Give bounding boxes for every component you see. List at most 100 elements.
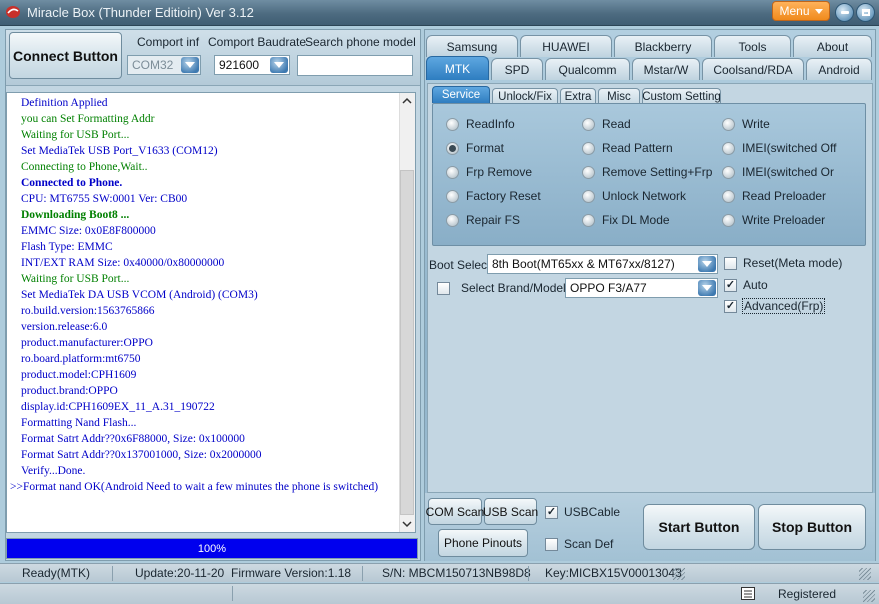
- radio-icon: [446, 213, 459, 227]
- brand-model-select[interactable]: OPPO F3/A77: [565, 278, 718, 298]
- tab-qualcomm[interactable]: Qualcomm: [545, 58, 630, 80]
- comport-select[interactable]: COM32: [127, 55, 201, 75]
- menu-button[interactable]: Menu: [772, 1, 830, 21]
- option-readinfo[interactable]: ReadInfo: [446, 117, 515, 131]
- log-line: product.model:CPH1609: [21, 369, 137, 381]
- option-fix-dl-mode[interactable]: Fix DL Mode: [582, 213, 670, 227]
- log-line: Waiting for USB Port...: [21, 273, 130, 285]
- connect-button[interactable]: Connect Button: [9, 32, 122, 79]
- log-line: Definition Applied: [21, 97, 108, 109]
- tab-coolsand[interactable]: Coolsand/RDA: [702, 58, 804, 80]
- option-repair-fs[interactable]: Repair FS: [446, 213, 520, 227]
- progress-label: 100%: [197, 542, 227, 555]
- radio-icon: [446, 117, 459, 131]
- checkbox-icon: [724, 256, 737, 270]
- start-button[interactable]: Start Button: [643, 504, 755, 550]
- status-serial: S/N: MBCM150713NB98D8: [382, 566, 531, 580]
- status-bar-secondary: Registered: [0, 583, 879, 604]
- advanced-frp-checkbox[interactable]: ✓ Advanced(Frp): [724, 298, 826, 314]
- phone-pinouts-button[interactable]: Phone Pinouts: [438, 529, 528, 557]
- checkbox-icon: [545, 537, 558, 551]
- tab-blackberry[interactable]: Blackberry: [614, 35, 712, 57]
- subtab-service[interactable]: Service: [432, 86, 490, 103]
- log-output: Definition Applied you can Set Formatting…: [6, 92, 416, 533]
- checkbox-checked-icon: ✓: [545, 505, 558, 519]
- scroll-up-icon[interactable]: [402, 97, 412, 105]
- tab-tools[interactable]: Tools: [714, 35, 791, 57]
- log-line: Set MediaTek DA USB VCOM (Android) (COM3…: [21, 289, 258, 301]
- log-line: Downloading Boot8 ...: [21, 209, 130, 221]
- tab-about[interactable]: About: [793, 35, 872, 57]
- log-line: Verify...Done.: [21, 465, 86, 477]
- search-model-input[interactable]: [297, 55, 413, 76]
- log-line: display.id:CPH1609EX_11_A.31_190722: [21, 401, 215, 413]
- minimize-button[interactable]: [835, 3, 854, 22]
- com-scan-button[interactable]: COM Scan: [426, 498, 484, 525]
- log-lines: Definition Applied you can Set Formatting…: [7, 93, 399, 495]
- option-unlock-network[interactable]: Unlock Network: [582, 189, 686, 203]
- log-line: >>Format nand OK(Android Need to wait a …: [10, 481, 379, 493]
- option-remove-setting-frp[interactable]: Remove Setting+Frp: [582, 165, 712, 179]
- radio-icon: [446, 189, 459, 203]
- option-format[interactable]: Format: [446, 141, 504, 155]
- log-line: Waiting for USB Port...: [21, 129, 130, 141]
- tab-spd[interactable]: SPD: [491, 58, 543, 80]
- option-imei-on[interactable]: IMEI(switched Or: [722, 165, 834, 179]
- option-read[interactable]: Read: [582, 117, 631, 131]
- scrollbar-thumb[interactable]: [400, 170, 414, 515]
- select-brand-checkbox[interactable]: Select Brand/Models: [437, 281, 572, 295]
- radio-icon: [582, 165, 595, 179]
- checkbox-icon: [437, 281, 450, 295]
- keyboard-icon: [741, 587, 755, 600]
- log-line: Format Satrt Addr??0x137001000, Size: 0x…: [21, 449, 262, 461]
- tab-mtk[interactable]: MTK: [426, 56, 489, 80]
- option-frp-remove[interactable]: Frp Remove: [446, 165, 532, 179]
- brand-model-value: OPPO F3/A77: [570, 281, 647, 295]
- option-imei-off[interactable]: IMEI(switched Off: [722, 141, 836, 155]
- resize-grip-icon: [859, 568, 871, 580]
- menu-label: Menu: [779, 4, 810, 18]
- status-bar: Ready(MTK) Update:20-11-20 Firmware Vers…: [0, 563, 879, 582]
- radio-icon: [722, 213, 735, 227]
- log-line: product.brand:OPPO: [21, 385, 118, 397]
- option-read-pattern[interactable]: Read Pattern: [582, 141, 673, 155]
- log-line: Connected to Phone.: [21, 177, 123, 189]
- option-read-preloader[interactable]: Read Preloader: [722, 189, 826, 203]
- checkbox-checked-icon: ✓: [724, 299, 737, 313]
- tab-android[interactable]: Android: [806, 58, 872, 80]
- radio-icon: [722, 189, 735, 203]
- log-line: CPU: MT6755 SW:0001 Ver: CB00: [21, 193, 188, 205]
- log-line: EMMC Size: 0x0E8F800000: [21, 225, 156, 237]
- status-key: Key:MICBX15V00013043: [545, 566, 682, 580]
- resize-grip-icon: [673, 568, 685, 580]
- radio-icon: [446, 165, 459, 179]
- boot-select[interactable]: 8th Boot(MT65xx & MT67xx/8127): [487, 254, 718, 274]
- log-line: ro.build.version:1563765866: [21, 305, 155, 317]
- log-line: INT/EXT RAM Size: 0x40000/0x80000000: [21, 257, 225, 269]
- dropdown-arrow-icon: [181, 57, 199, 73]
- radio-icon: [722, 165, 735, 179]
- usb-scan-button[interactable]: USB Scan: [483, 498, 538, 525]
- checkbox-checked-icon: ✓: [724, 278, 737, 292]
- baudrate-select[interactable]: 921600: [214, 55, 290, 75]
- option-write[interactable]: Write: [722, 117, 770, 131]
- window-title: Miracle Box (Thunder Editioin) Ver 3.12: [27, 5, 254, 20]
- status-separator: [362, 566, 363, 581]
- radio-icon: [582, 213, 595, 227]
- scroll-down-icon[interactable]: [402, 520, 412, 528]
- reset-meta-checkbox[interactable]: Reset(Meta mode): [724, 256, 842, 270]
- progress-bar: 100%: [6, 538, 418, 559]
- stop-button[interactable]: Stop Button: [758, 504, 866, 550]
- option-write-preloader[interactable]: Write Preloader: [722, 213, 825, 227]
- log-line: Format Satrt Addr??0x6F88000, Size: 0x10…: [21, 433, 245, 445]
- maximize-button[interactable]: [856, 3, 875, 22]
- chevron-down-icon: [814, 8, 823, 14]
- tab-mstar[interactable]: Mstar/W: [632, 58, 700, 80]
- radio-icon: [582, 117, 595, 131]
- auto-checkbox[interactable]: ✓ Auto: [724, 278, 768, 292]
- tab-huawei[interactable]: HUAWEI: [520, 35, 612, 57]
- option-factory-reset[interactable]: Factory Reset: [446, 189, 541, 203]
- usb-cable-checkbox[interactable]: ✓ USBCable: [545, 505, 620, 519]
- tab-samsung[interactable]: Samsung: [426, 35, 518, 57]
- scan-def-checkbox[interactable]: Scan Def: [545, 537, 613, 551]
